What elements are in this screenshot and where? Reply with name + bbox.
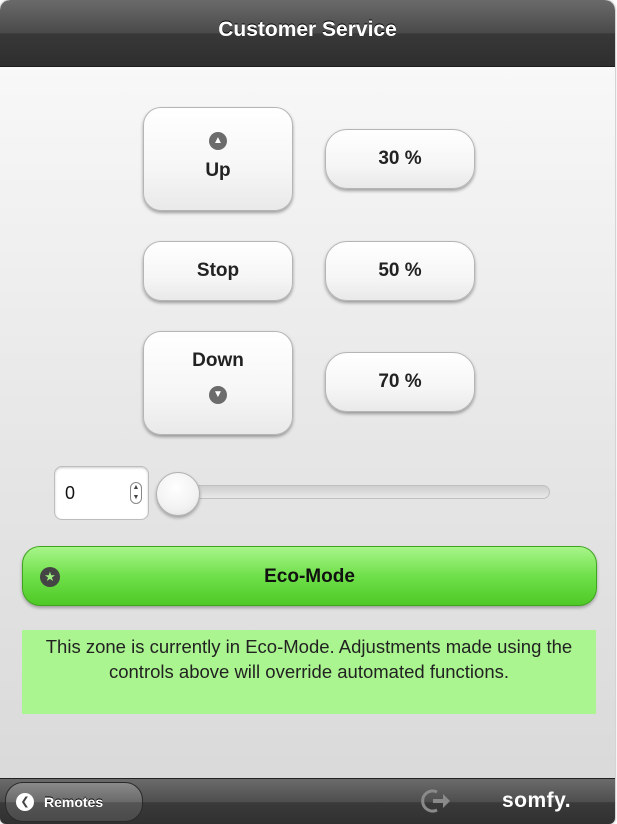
position-slider-thumb[interactable] (156, 472, 200, 516)
preset-30-button[interactable]: 30 % (325, 129, 475, 189)
chevron-down-icon: ▼ (209, 386, 227, 404)
somfy-logo: somfy. (502, 789, 572, 812)
eco-mode-button[interactable]: ★ Eco-Mode (22, 546, 597, 606)
position-slider-track[interactable] (165, 485, 550, 499)
preset-30-label: 30 % (378, 148, 422, 169)
stepper-arrows-icon[interactable]: ▲ ▼ (130, 482, 142, 504)
logout-icon[interactable] (421, 788, 451, 814)
remotes-back-button[interactable]: ❮ Remotes (5, 782, 143, 822)
up-button[interactable]: ▲ Up (143, 107, 293, 211)
down-button-label: Down (192, 350, 244, 371)
stepper-value: 0 (65, 483, 76, 503)
title-bar: Customer Service (0, 0, 615, 67)
bottom-toolbar: ❮ Remotes somfy. (0, 778, 615, 824)
page-title: Customer Service (218, 18, 397, 41)
stop-button[interactable]: Stop (143, 241, 293, 301)
eco-mode-label: Eco-Mode (264, 566, 355, 587)
down-button[interactable]: Down ▼ (143, 331, 293, 435)
eco-mode-note: This zone is currently in Eco-Mode. Adju… (22, 630, 596, 714)
chevron-up-icon: ▲ (209, 132, 227, 150)
preset-50-button[interactable]: 50 % (325, 241, 475, 301)
stop-button-label: Stop (196, 260, 240, 281)
chevron-left-icon: ❮ (16, 793, 34, 811)
app-window: Customer Service ▲ Up 30 % Stop 50 % Dow… (0, 0, 615, 824)
preset-70-label: 70 % (378, 371, 422, 392)
preset-50-label: 50 % (378, 260, 422, 281)
position-stepper[interactable]: 0 ▲ ▼ (54, 466, 149, 520)
preset-70-button[interactable]: 70 % (325, 352, 475, 412)
up-button-label: Up (205, 160, 231, 181)
remotes-back-label: Remotes (44, 794, 104, 810)
